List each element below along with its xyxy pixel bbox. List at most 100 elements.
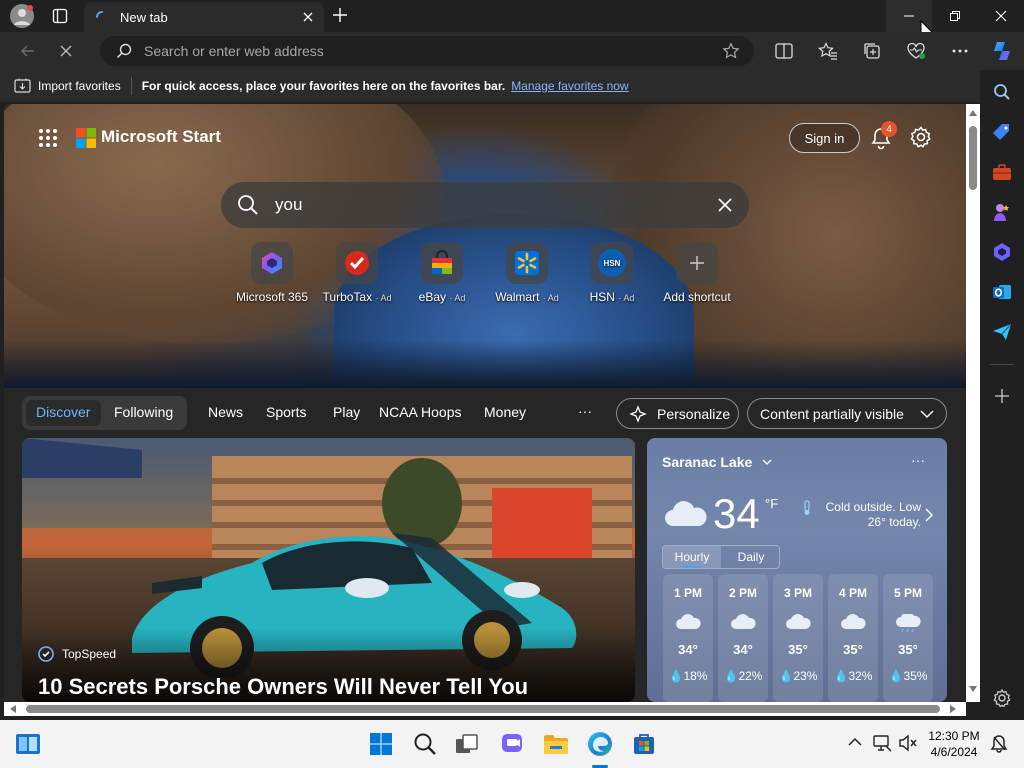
hourly-forecast-4pm[interactable]: 4 PM 35° 💧32%	[828, 574, 878, 702]
content-visibility-dropdown[interactable]: Content partially visible	[747, 398, 947, 429]
windows-taskbar: 12:30 PM 4/6/2024	[0, 720, 1024, 768]
weather-more-button[interactable]: ···	[911, 452, 925, 468]
turbotax-icon	[336, 242, 378, 284]
close-tab-icon[interactable]	[302, 11, 314, 23]
tab-daily[interactable]: Daily	[722, 546, 780, 568]
weather-location[interactable]: Saranac Lake	[662, 454, 772, 470]
import-favorites-icon[interactable]	[14, 78, 32, 94]
back-button[interactable]	[14, 38, 42, 64]
shortcut-walmart[interactable]: Walmart · Ad	[482, 242, 572, 304]
start-button-icon[interactable]	[366, 729, 396, 759]
settings-gear-icon[interactable]	[910, 126, 932, 148]
tab-play[interactable]: Play	[333, 404, 360, 420]
sidebar-search-icon[interactable]	[990, 80, 1014, 104]
more-tabs-button[interactable]: ···	[578, 403, 592, 419]
import-favorites-button[interactable]: Import favorites	[38, 79, 121, 93]
volume-muted-icon[interactable]	[898, 734, 918, 752]
microsoft-store-icon[interactable]	[629, 729, 659, 759]
scroll-up-icon[interactable]	[969, 110, 977, 116]
sidebar-drop-icon[interactable]	[990, 320, 1014, 344]
sidebar-shopping-icon[interactable]	[990, 120, 1014, 144]
brand-title[interactable]: Microsoft Start	[101, 127, 221, 147]
add-shortcut-button[interactable]: Add shortcut	[652, 242, 742, 304]
address-bar[interactable]: Search or enter web address	[100, 36, 754, 66]
stop-loading-button[interactable]	[52, 38, 80, 64]
hero-background: Microsoft Start Sign in 4 you Microsoft …	[4, 104, 966, 388]
horizontal-scrollbar[interactable]	[4, 702, 966, 716]
scroll-left-icon[interactable]	[10, 705, 16, 713]
sidebar-settings-icon[interactable]	[990, 686, 1014, 710]
tab-following[interactable]: Following	[114, 404, 173, 420]
microsoft-logo-icon	[76, 128, 96, 148]
settings-more-icon[interactable]	[946, 38, 974, 64]
hourly-forecast-3pm[interactable]: 3 PM 35° 💧23%	[773, 574, 823, 702]
hourly-forecast-2pm[interactable]: 2 PM 34° 💧22%	[718, 574, 768, 702]
sidebar-tools-icon[interactable]	[990, 160, 1014, 184]
notification-center-icon[interactable]	[990, 734, 1008, 754]
hourly-forecast-5pm[interactable]: 5 PM 35° 💧35%	[883, 574, 933, 702]
edge-sidebar	[980, 70, 1024, 720]
chevron-right-icon[interactable]	[925, 508, 933, 522]
sidebar-add-icon[interactable]	[990, 384, 1014, 408]
tab-sports[interactable]: Sports	[266, 404, 306, 420]
taskbar-search-icon[interactable]	[410, 729, 440, 759]
collections-icon[interactable]	[858, 38, 886, 64]
file-explorer-icon[interactable]	[541, 729, 571, 759]
tab-actions-icon[interactable]	[52, 8, 68, 24]
task-view-icon[interactable]	[452, 729, 482, 759]
raindrop-icon: 💧	[888, 669, 904, 683]
sidebar-outlook-icon[interactable]	[990, 280, 1014, 304]
sidebar-games-icon[interactable]	[990, 200, 1014, 224]
tab-discover[interactable]: Discover	[36, 404, 90, 420]
vertical-scrollbar[interactable]	[966, 104, 980, 702]
browser-essentials-icon[interactable]	[902, 38, 930, 64]
raindrop-icon: 💧	[723, 669, 739, 683]
tab-money[interactable]: Money	[484, 404, 526, 420]
close-window-button[interactable]	[978, 0, 1024, 32]
split-screen-icon[interactable]	[770, 38, 798, 64]
system-clock[interactable]: 12:30 PM 4/6/2024	[926, 728, 982, 760]
profile-avatar[interactable]	[10, 4, 34, 28]
show-hidden-icons-chevron-icon[interactable]	[848, 737, 862, 747]
vertical-scroll-thumb[interactable]	[969, 126, 977, 190]
news-card[interactable]: TopSpeed 10 Secrets Porsche Owners Will …	[22, 438, 635, 702]
address-input[interactable]: Search or enter web address	[144, 43, 722, 59]
shortcut-microsoft-365[interactable]: Microsoft 365	[227, 242, 317, 304]
scroll-right-icon[interactable]	[950, 705, 956, 713]
favorites-icon[interactable]	[814, 38, 842, 64]
scroll-down-icon[interactable]	[969, 686, 977, 692]
tab-hourly[interactable]: Hourly	[663, 546, 721, 568]
raindrop-icon: 💧	[668, 669, 684, 683]
hourly-forecast-1pm[interactable]: 1 PM 34° 💧18%	[663, 574, 713, 702]
clear-search-icon[interactable]	[717, 197, 733, 213]
manage-favorites-link[interactable]: Manage favorites now	[511, 79, 628, 93]
hourly-tab-indicator	[683, 566, 701, 568]
sign-in-button[interactable]: Sign in	[789, 123, 860, 153]
new-tab-icon[interactable]	[332, 7, 348, 23]
shortcut-ebay[interactable]: eBay · Ad	[397, 242, 487, 304]
edge-browser-icon[interactable]	[585, 729, 615, 759]
personalize-button[interactable]: Personalize	[616, 398, 739, 429]
shortcut-turbotax[interactable]: TurboTax · Ad	[312, 242, 402, 304]
news-headline[interactable]: 10 Secrets Porsche Owners Will Never Tel…	[38, 674, 528, 700]
weather-summary: Cold outside. Low 26° today.	[825, 500, 921, 529]
search-input[interactable]: you	[275, 195, 717, 215]
tab-news[interactable]: News	[208, 404, 243, 420]
ebay-bag-icon	[421, 242, 463, 284]
teams-chat-icon[interactable]	[497, 729, 527, 759]
widgets-icon[interactable]	[13, 729, 43, 759]
tab-new-tab[interactable]: New tab	[84, 2, 324, 32]
restore-button[interactable]	[932, 0, 978, 32]
horizontal-scroll-thumb[interactable]	[26, 705, 940, 713]
raindrop-icon: 💧	[778, 669, 794, 683]
apps-launcher-icon[interactable]	[38, 128, 58, 148]
sidebar-microsoft-365-icon[interactable]	[990, 240, 1014, 264]
shortcut-hsn[interactable]: HSN HSN · Ad	[567, 242, 657, 304]
favorite-star-icon[interactable]	[722, 42, 740, 60]
network-icon[interactable]	[872, 734, 892, 752]
cloud-icon	[840, 614, 866, 630]
web-search-box[interactable]: you	[221, 182, 749, 228]
copilot-icon[interactable]	[988, 38, 1016, 64]
weather-card[interactable]: Saranac Lake ··· 34 °F Cold outside. Low…	[647, 438, 947, 702]
tab-ncaa-hoops[interactable]: NCAA Hoops	[379, 404, 461, 420]
